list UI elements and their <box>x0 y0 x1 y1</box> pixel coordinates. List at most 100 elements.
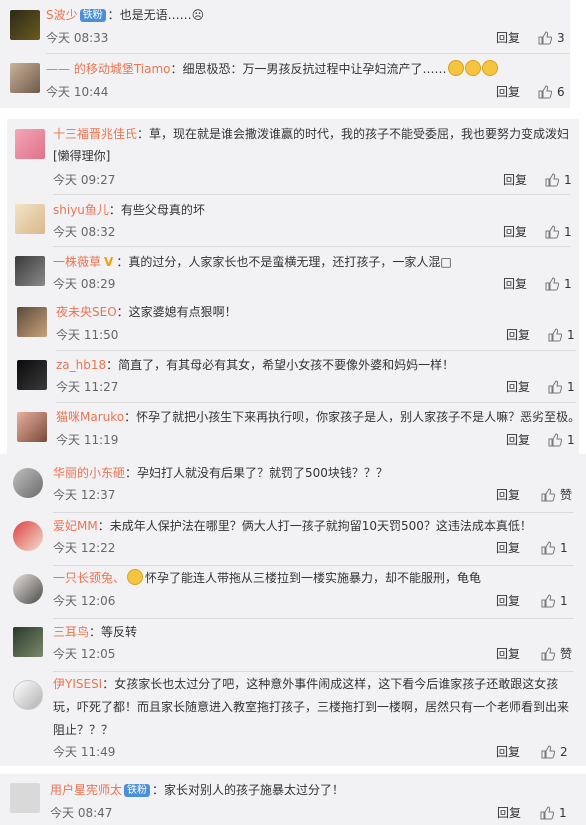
username[interactable]: 伊YISESI <box>53 677 102 691</box>
comment-text: 华丽的小东砸：孕妇打人就没有后果了？就罚了500块钱？？？ <box>53 464 573 482</box>
comment-text: 猫咪Maruko：怀孕了就把小孩生下来再执行呗，你家孩子是人，别人家孩子不是人嘛… <box>56 408 580 426</box>
username[interactable]: 华丽的小东砸 <box>53 466 125 480</box>
comment-item: 夜未央SEO：这家婆媳有点狠啊！ 今天 11:50 回复 1 <box>0 299 586 351</box>
separator: ： <box>97 519 110 533</box>
avatar[interactable] <box>17 360 47 390</box>
avatar[interactable] <box>13 574 43 604</box>
reply-button[interactable]: 回复 <box>506 379 530 395</box>
reply-button[interactable]: 回复 <box>503 276 527 292</box>
reply-button[interactable]: 回复 <box>496 30 520 46</box>
fan-badge: 铁粉 <box>124 784 151 797</box>
username[interactable]: 夜未央SEO <box>56 305 117 319</box>
comment-item: 一只长颈兔、 怀孕了能连人带拖从三楼拉到一楼实施暴力，却不能服刑，龟龟 今天 12… <box>0 566 586 619</box>
comment-body: 等反转 <box>101 625 138 639</box>
reply-button[interactable]: 回复 <box>496 487 520 503</box>
username[interactable]: 爱妃MM <box>53 519 98 533</box>
thumbs-up-icon <box>541 594 555 608</box>
reply-button[interactable]: 回复 <box>506 327 530 343</box>
thumbs-up-icon <box>545 277 559 291</box>
avatar[interactable] <box>17 412 47 442</box>
username[interactable]: za_hb18 <box>56 358 106 372</box>
like-count: 1 <box>567 380 575 394</box>
like-count: 赞 <box>560 647 573 661</box>
like-button[interactable]: 1 <box>545 276 572 292</box>
like-count: 3 <box>557 31 565 45</box>
like-button[interactable]: 3 <box>538 30 565 46</box>
reply-button[interactable]: 回复 <box>496 84 520 100</box>
avatar[interactable] <box>10 63 40 93</box>
like-button[interactable]: 1 <box>548 432 575 448</box>
avatar[interactable] <box>15 204 45 234</box>
username[interactable]: —— 的移动城堡Tiamo <box>46 62 171 76</box>
separator: ： <box>108 203 121 217</box>
like-button[interactable]: 1 <box>540 805 567 821</box>
separator: ： <box>102 677 115 691</box>
reply-button[interactable]: 回复 <box>496 744 520 760</box>
avatar[interactable] <box>13 468 43 498</box>
like-button[interactable]: 6 <box>538 84 565 100</box>
username[interactable]: 三耳鸟 <box>53 625 89 639</box>
reply-button[interactable]: 回复 <box>497 805 521 821</box>
comment-text: —— 的移动城堡Tiamo：细思极恐：万一男孩反抗过程中让孕妇流产了…… <box>46 60 566 78</box>
reply-button[interactable]: 回复 <box>496 593 520 609</box>
username[interactable]: S波少 <box>46 8 78 22</box>
username[interactable]: shiyu鱼儿 <box>53 203 109 217</box>
comment-item: za_hb18：简直了，有其母必有其女，希望小女孩不要像外婆和妈妈一样！ 今天 … <box>0 351 586 403</box>
like-button[interactable]: 1 <box>545 224 572 240</box>
timestamp: 今天 11:50 <box>56 328 119 342</box>
avatar[interactable] <box>13 680 43 710</box>
reply-button[interactable]: 回复 <box>503 224 527 240</box>
avatar[interactable] <box>13 521 43 551</box>
thumbs-up-icon <box>538 85 552 99</box>
like-button[interactable]: 赞 <box>541 646 572 662</box>
avatar[interactable] <box>10 10 40 40</box>
like-button[interactable]: 1 <box>545 172 572 188</box>
avatar[interactable] <box>15 129 45 159</box>
comment-text: 伊YISESI：女孩家长也太过分了吧，这种意外事件闹成这样，这下看今后谁家孩子还… <box>53 675 558 693</box>
like-button[interactable]: 1 <box>541 540 568 556</box>
avatar[interactable] <box>15 256 45 286</box>
reply-button[interactable]: 回复 <box>496 646 520 662</box>
username[interactable]: 猫咪Maruko <box>56 410 124 424</box>
comment-text: 爱妃MM：未成年人保护法在哪里？俩大人打一孩子就拘留10天罚500？这违法成本真… <box>53 517 573 535</box>
separator: ： <box>107 8 120 22</box>
avatar[interactable] <box>17 307 47 337</box>
like-count: 1 <box>567 328 575 342</box>
comment-body: 女孩家长也太过分了吧，这种意外事件闹成这样，这下看今后谁家孩子还敢跟这女孩 <box>114 677 559 691</box>
separator: ： <box>125 466 138 480</box>
like-count: 赞 <box>560 488 573 502</box>
comment-text: 十三福晋兆佳氏：草，现在就是谁会撒泼谁赢的时代，我的孩子不能受委屈，我也要努力变… <box>53 125 573 143</box>
comment-text: 一只长颈兔、 怀孕了能连人带拖从三楼拉到一楼实施暴力，却不能服刑，龟龟 <box>53 569 573 587</box>
avatar[interactable] <box>10 783 40 813</box>
separator: ： <box>116 255 129 269</box>
avatar[interactable] <box>13 627 43 657</box>
like-count: 1 <box>564 277 572 291</box>
timestamp: 今天 08:32 <box>53 225 116 239</box>
comment-text-line-2: 玩，吓死了都！而且家长随意进入教室拖打孩子，三楼拖打到一楼啊，居然只有一个老师看… <box>53 700 570 714</box>
like-count: 2 <box>560 745 568 759</box>
like-count: 1 <box>567 433 575 447</box>
timestamp: 今天 12:06 <box>53 594 116 608</box>
thumbs-up-icon <box>540 806 554 820</box>
username[interactable]: 十三福晋兆佳氏 <box>53 127 137 141</box>
comment-item: —— 的移动城堡Tiamo：细思极恐：万一男孩反抗过程中让孕妇流产了…… 今天 … <box>0 54 586 108</box>
like-button[interactable]: 1 <box>541 593 568 609</box>
like-count: 1 <box>560 541 568 555</box>
like-count: 6 <box>557 85 565 99</box>
username[interactable]: 一只长颈兔、 <box>53 571 125 585</box>
like-button[interactable]: 1 <box>548 327 575 343</box>
reply-button[interactable]: 回复 <box>496 540 520 556</box>
thumbs-up-icon <box>548 328 562 342</box>
comment-body: 有些父母真的坏 <box>120 203 205 217</box>
reply-button[interactable]: 回复 <box>503 172 527 188</box>
username[interactable]: 用户星宪师太 <box>50 783 122 797</box>
separator: ： <box>106 358 119 372</box>
username[interactable]: 一株薇草 <box>53 255 101 269</box>
comment-text-line-3: 阻止？？？ <box>53 723 114 737</box>
thumbs-up-icon <box>541 647 555 661</box>
like-button[interactable]: 1 <box>548 379 575 395</box>
like-button[interactable]: 2 <box>541 744 568 760</box>
reply-button[interactable]: 回复 <box>506 432 530 448</box>
like-button[interactable]: 赞 <box>541 487 572 503</box>
comment-body: 孕妇打人就没有后果了？就罚了500块钱？？？ <box>137 466 388 480</box>
